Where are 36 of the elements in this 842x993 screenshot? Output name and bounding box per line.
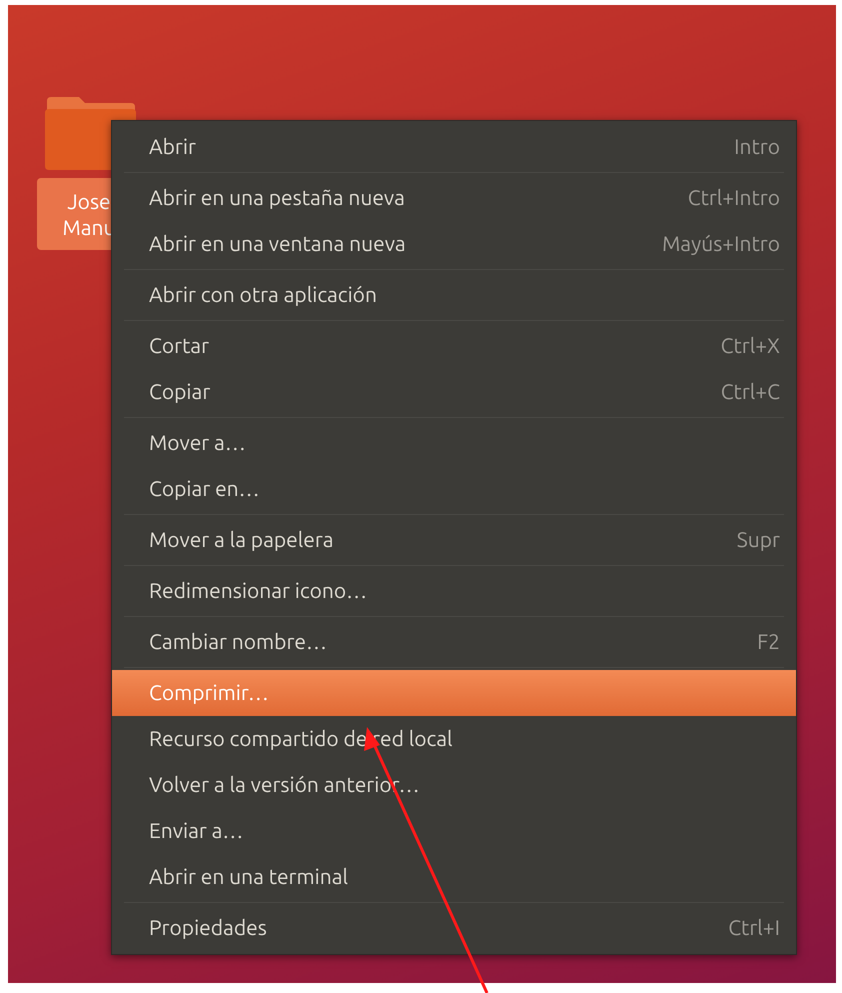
shortcut-text: Supr [736,526,780,554]
shortcut-text: Ctrl+Intro [688,184,780,212]
menu-item-label: Enviar a… [149,817,244,844]
menu-item-label: Abrir en una ventana nueva [149,230,406,258]
menu-item-label: Abrir en una terminal [149,863,348,890]
menu-item[interactable]: Enviar a… [112,808,796,854]
menu-item[interactable]: Mover a… [112,420,796,466]
menu-item-label: Redimensionar icono… [149,577,368,604]
shortcut-text: Mayús+Intro [662,230,780,258]
menu-item-label: Abrir [149,133,196,160]
menu-item-label: Cambiar nombre… [149,628,327,656]
menu-item-label: Abrir en una pestaña nueva [149,184,405,212]
menu-item[interactable]: Redimensionar icono… [112,568,796,614]
menu-item-label: Propiedades [149,914,267,942]
menu-item-label: Copiar en… [149,475,260,502]
menu-item[interactable]: Abrir en una terminal [112,854,796,900]
shortcut-text: Ctrl+X [720,332,780,360]
menu-item[interactable]: Copiar en… [112,466,796,512]
menu-item-label: Mover a la papelera [149,526,334,554]
menu-item-label: Abrir con otra aplicación [149,281,377,308]
menu-item[interactable]: Abrir con otra aplicación [112,272,796,318]
menu-item-label: Comprimir… [149,679,269,706]
menu-item-label: Cortar [149,332,210,360]
menu-item-label: Copiar [149,378,210,406]
menu-item[interactable]: Cortar Ctrl+X [112,323,796,369]
menu-item[interactable]: Copiar Ctrl+C [112,369,796,415]
menu-item[interactable]: Cambiar nombre… F2 [112,619,796,665]
shortcut-text: F2 [757,628,780,656]
shortcut-text: Intro [734,133,780,160]
shortcut-text: Ctrl+C [720,378,780,406]
menu-item[interactable]: Propiedades Ctrl+I [112,905,796,951]
menu-item[interactable]: Mover a la papelera Supr [112,517,796,563]
menu-item[interactable]: Abrir Intro [112,124,796,170]
menu-item-label: Mover a… [149,429,246,456]
folder-name-text: Jose [67,188,111,214]
shortcut-text: Ctrl+I [728,914,780,942]
